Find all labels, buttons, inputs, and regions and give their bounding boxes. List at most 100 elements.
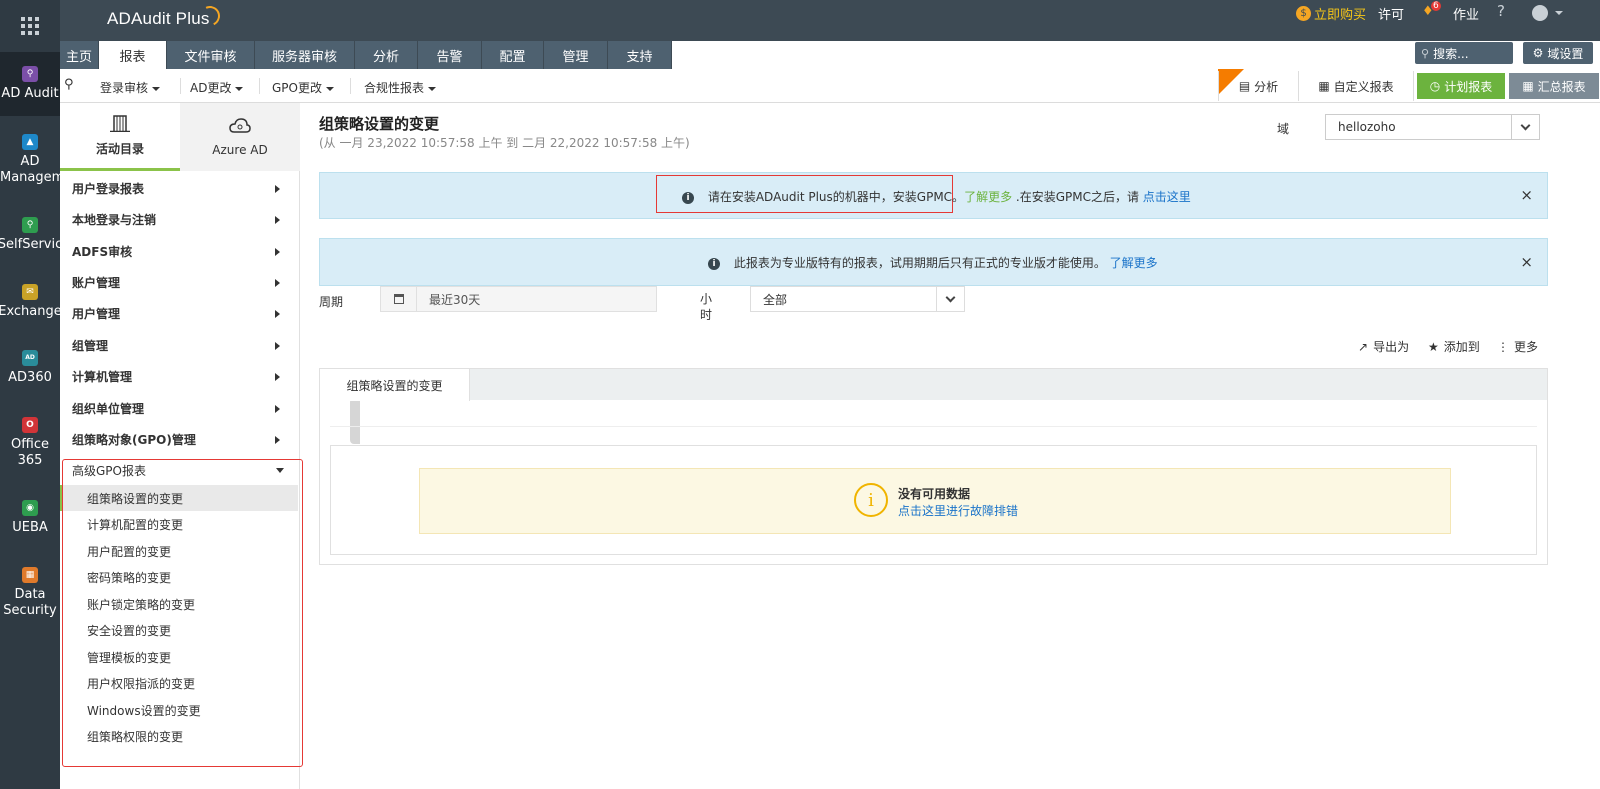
user-menu[interactable] [1532,5,1563,21]
menu-gpo-changes[interactable]: GPO更改 [272,79,334,96]
category-label: 高级GPO报表 [72,464,146,478]
add-to-button[interactable]: ★ 添加到 [1428,338,1480,355]
menu-compliance-reports[interactable]: 合规性报表 [364,79,437,96]
custom-reports-button[interactable]: ▦ 自定义报表 [1298,71,1414,101]
nav-item-computer-config-changes[interactable]: 计算机配置的变更 [60,511,298,537]
menu-logon-audit[interactable]: 登录审核 [100,79,161,96]
chevron-down-icon [325,86,334,91]
nav-category-local-logon[interactable]: 本地登录与注销 [60,204,300,235]
schedule-reports-button[interactable]: ◷ 计划报表 [1417,73,1505,99]
troubleshoot-link[interactable]: 点击这里进行故障排错 [898,502,1018,519]
chevron-right-icon [275,372,280,381]
nav-item-gp-permission-changes[interactable]: 组策略权限的变更 [60,723,298,749]
buy-now-link[interactable]: $ 立即购买 [1296,4,1366,23]
info-icon: i [708,257,720,270]
close-icon[interactable]: × [1520,253,1533,271]
more-button[interactable]: ⋮ 更多 [1497,338,1538,355]
building-icon [110,115,130,132]
tab-active-directory[interactable]: 活动目录 [60,103,180,171]
alert-text: .在安装GPMC之后，请 [1012,190,1143,204]
nav-category-advanced-gpo[interactable]: 高级GPO报表 [60,455,300,486]
nav-category-adfs[interactable]: ADFS审核 [60,236,300,267]
summary-icon: ▦ [1522,79,1534,93]
export-button[interactable]: ↗ 导出为 [1358,338,1409,355]
tab-server-audit[interactable]: 服务器审核 [255,41,356,69]
nav-item-user-rights-changes[interactable]: 用户权限指派的变更 [60,670,298,696]
tab-home[interactable]: 主页 [60,41,100,69]
tab-support[interactable]: 支持 [608,41,673,69]
report-navigation: 活动目录 Azure AD 用户登录报表 本地登录与注销 ADFS审核 账户管理… [60,103,360,789]
tab-reports[interactable]: 报表 [99,41,168,69]
clock-icon: ◷ [1429,79,1441,93]
help-icon[interactable]: ? [1497,2,1505,20]
nav-category-user-logon[interactable]: 用户登录报表 [60,173,300,204]
add-to-label: 添加到 [1443,340,1480,354]
nav-item-windows-settings-changes[interactable]: Windows设置的变更 [60,697,298,723]
nav-category-account-management[interactable]: 账户管理 [60,267,300,298]
divider [180,78,181,94]
nav-category-group-management[interactable]: 组管理 [60,330,300,361]
no-data-title: 没有可用数据 [898,487,971,501]
rail-item-office365[interactable]: O Office 365 [0,412,60,474]
nav-category-user-management[interactable]: 用户管理 [60,298,300,329]
summary-reports-label: 汇总报表 [1537,79,1586,94]
nav-category-computer-management[interactable]: 计算机管理 [60,361,300,392]
license-link[interactable]: 许可 [1378,4,1404,23]
learn-more-link[interactable]: 了解更多 [1110,256,1158,270]
category-label: 组策略对象(GPO)管理 [72,433,196,447]
report-tab[interactable]: 组策略设置的变更 [320,369,470,401]
nav-category-ou-management[interactable]: 组织单位管理 [60,393,300,424]
tab-configuration[interactable]: 配置 [482,41,545,69]
report-search-icon[interactable]: ⚲ [64,77,74,92]
tab-admin[interactable]: 管理 [544,41,609,69]
summary-reports-button[interactable]: ▦ 汇总报表 [1509,73,1599,99]
jobs-link[interactable]: 作业 [1453,4,1479,23]
hour-select[interactable]: 全部 [750,286,965,312]
rail-item-selfservice[interactable]: ⚲ SelfServic [0,212,60,258]
notifications-button[interactable]: ♦ 6 [1422,1,1441,19]
rail-item-ad-management[interactable]: ▲ AD Managem [0,126,60,194]
key-icon: ⚲ [22,217,38,233]
chevron-right-icon [275,309,280,318]
tab-analytics[interactable]: 分析 [355,41,419,69]
app-grid-button[interactable] [0,0,60,52]
rail-label: SelfServic [0,237,60,252]
domain-settings-button[interactable]: ⚙ 域设置 [1523,42,1593,64]
divider [350,78,351,94]
calendar-button[interactable] [381,287,417,311]
grid-icon [21,17,39,35]
analysis-button[interactable]: ▤ 分析 [1218,71,1298,101]
learn-more-link[interactable]: 了解更多 [964,190,1012,204]
close-icon[interactable]: × [1520,186,1533,204]
chart-icon: ▤ [1238,79,1251,93]
tab-file-audit[interactable]: 文件审核 [167,41,256,69]
tab-alerts[interactable]: 告警 [418,41,483,69]
data-security-icon: ▦ [22,567,38,583]
chevron-right-icon [275,435,280,444]
period-select[interactable]: 最近30天 [380,286,657,312]
nav-item-admin-templates-changes[interactable]: 管理模板的变更 [60,644,298,670]
nav-item-password-policy-changes[interactable]: 密码策略的变更 [60,564,298,590]
rail-item-ad360[interactable]: AD AD360 [0,346,60,390]
rail-item-ueba[interactable]: ◉ UEBA [0,496,60,540]
search-input[interactable]: ⚲ 搜索... [1415,42,1513,64]
nav-item-gp-settings-changes[interactable]: 组策略设置的变更 [60,485,298,511]
more-label: 更多 [1514,340,1539,354]
nav-item-user-config-changes[interactable]: 用户配置的变更 [60,538,298,564]
nav-item-security-settings-changes[interactable]: 安全设置的变更 [60,617,298,643]
domain-value: hellozoho [1338,120,1396,134]
domain-select[interactable]: hellozoho [1325,114,1540,140]
menu-ad-changes[interactable]: AD更改 [190,79,244,96]
nav-item-lockout-policy-changes[interactable]: 账户锁定策略的变更 [60,591,298,617]
click-here-link[interactable]: 点击这里 [1143,190,1191,204]
rail-item-exchange[interactable]: ✉ Exchange [0,280,60,324]
audit-icon: ⚲ [22,66,38,82]
nav-category-gpo-management[interactable]: 组策略对象(GPO)管理 [60,424,300,455]
search-icon: ⚲ [1421,46,1430,60]
info-icon: i [854,483,888,517]
rail-label: AD Managem [0,154,60,185]
tab-azure-ad[interactable]: Azure AD [180,103,300,171]
rail-item-data-security[interactable]: ▦ Data Security [0,562,60,624]
chevron-down-icon [276,468,284,473]
rail-item-ad-audit[interactable]: ⚲ AD Audit [0,52,60,116]
